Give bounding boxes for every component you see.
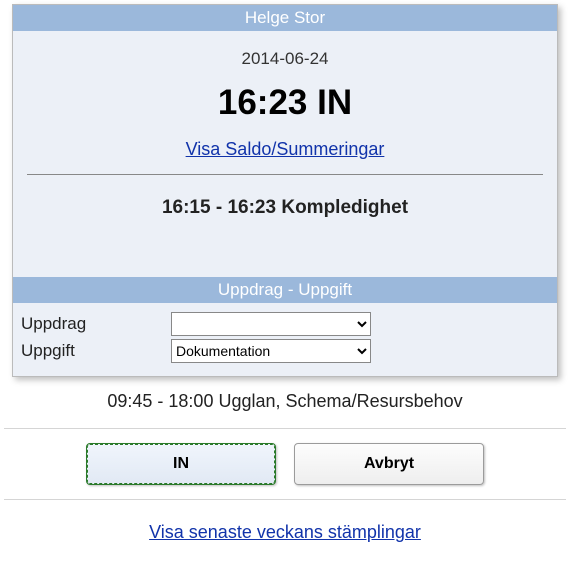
saldo-link[interactable]: Visa Saldo/Summeringar	[186, 139, 385, 159]
clock-display: 16:23 IN	[13, 79, 557, 131]
schedule-place: Ugglan	[218, 391, 275, 411]
date: 2014-06-24	[13, 31, 557, 79]
current-to: 16:23	[227, 197, 276, 218]
label-uppgift: Uppgift	[21, 341, 171, 361]
in-button[interactable]: IN	[86, 443, 276, 485]
section-header: Uppdrag - Uppgift	[13, 277, 557, 303]
clock-state: IN	[317, 83, 352, 122]
spacer	[13, 233, 557, 277]
recent-stamps-link[interactable]: Visa senaste veckans stämplingar	[149, 522, 421, 542]
user-header: Helge Stor	[13, 5, 557, 31]
section-title: Uppdrag - Uppgift	[218, 280, 352, 299]
row-uppgift: Uppgift Dokumentation	[21, 339, 549, 363]
form: Uppdrag Uppgift Dokumentation	[13, 303, 557, 376]
row-uppdrag: Uppdrag	[21, 312, 549, 336]
clock-card: Helge Stor 2014-06-24 16:23 IN Visa Sald…	[12, 4, 558, 377]
schedule-type: Schema/Resursbehov	[286, 391, 463, 411]
buttons-row: IN Avbryt	[4, 428, 566, 500]
footer-link-wrap: Visa senaste veckans stämplingar	[4, 500, 566, 549]
cancel-button[interactable]: Avbryt	[294, 443, 484, 485]
current-from: 16:15	[162, 197, 211, 218]
current-label: Kompledighet	[281, 197, 408, 218]
select-uppdrag[interactable]	[171, 312, 371, 336]
select-uppgift[interactable]: Dokumentation	[171, 339, 371, 363]
schedule-to: 18:00	[168, 391, 213, 411]
saldo-link-wrap: Visa Saldo/Summeringar	[13, 131, 557, 174]
label-uppdrag: Uppdrag	[21, 314, 171, 334]
schedule-line: 09:45 - 18:00 Ugglan, Schema/Resursbehov	[4, 377, 566, 428]
schedule-from: 09:45	[107, 391, 152, 411]
current-period: 16:15 - 16:23 Kompledighet	[13, 175, 557, 233]
user-name: Helge Stor	[245, 8, 325, 27]
clock-time: 16:23	[218, 83, 308, 122]
